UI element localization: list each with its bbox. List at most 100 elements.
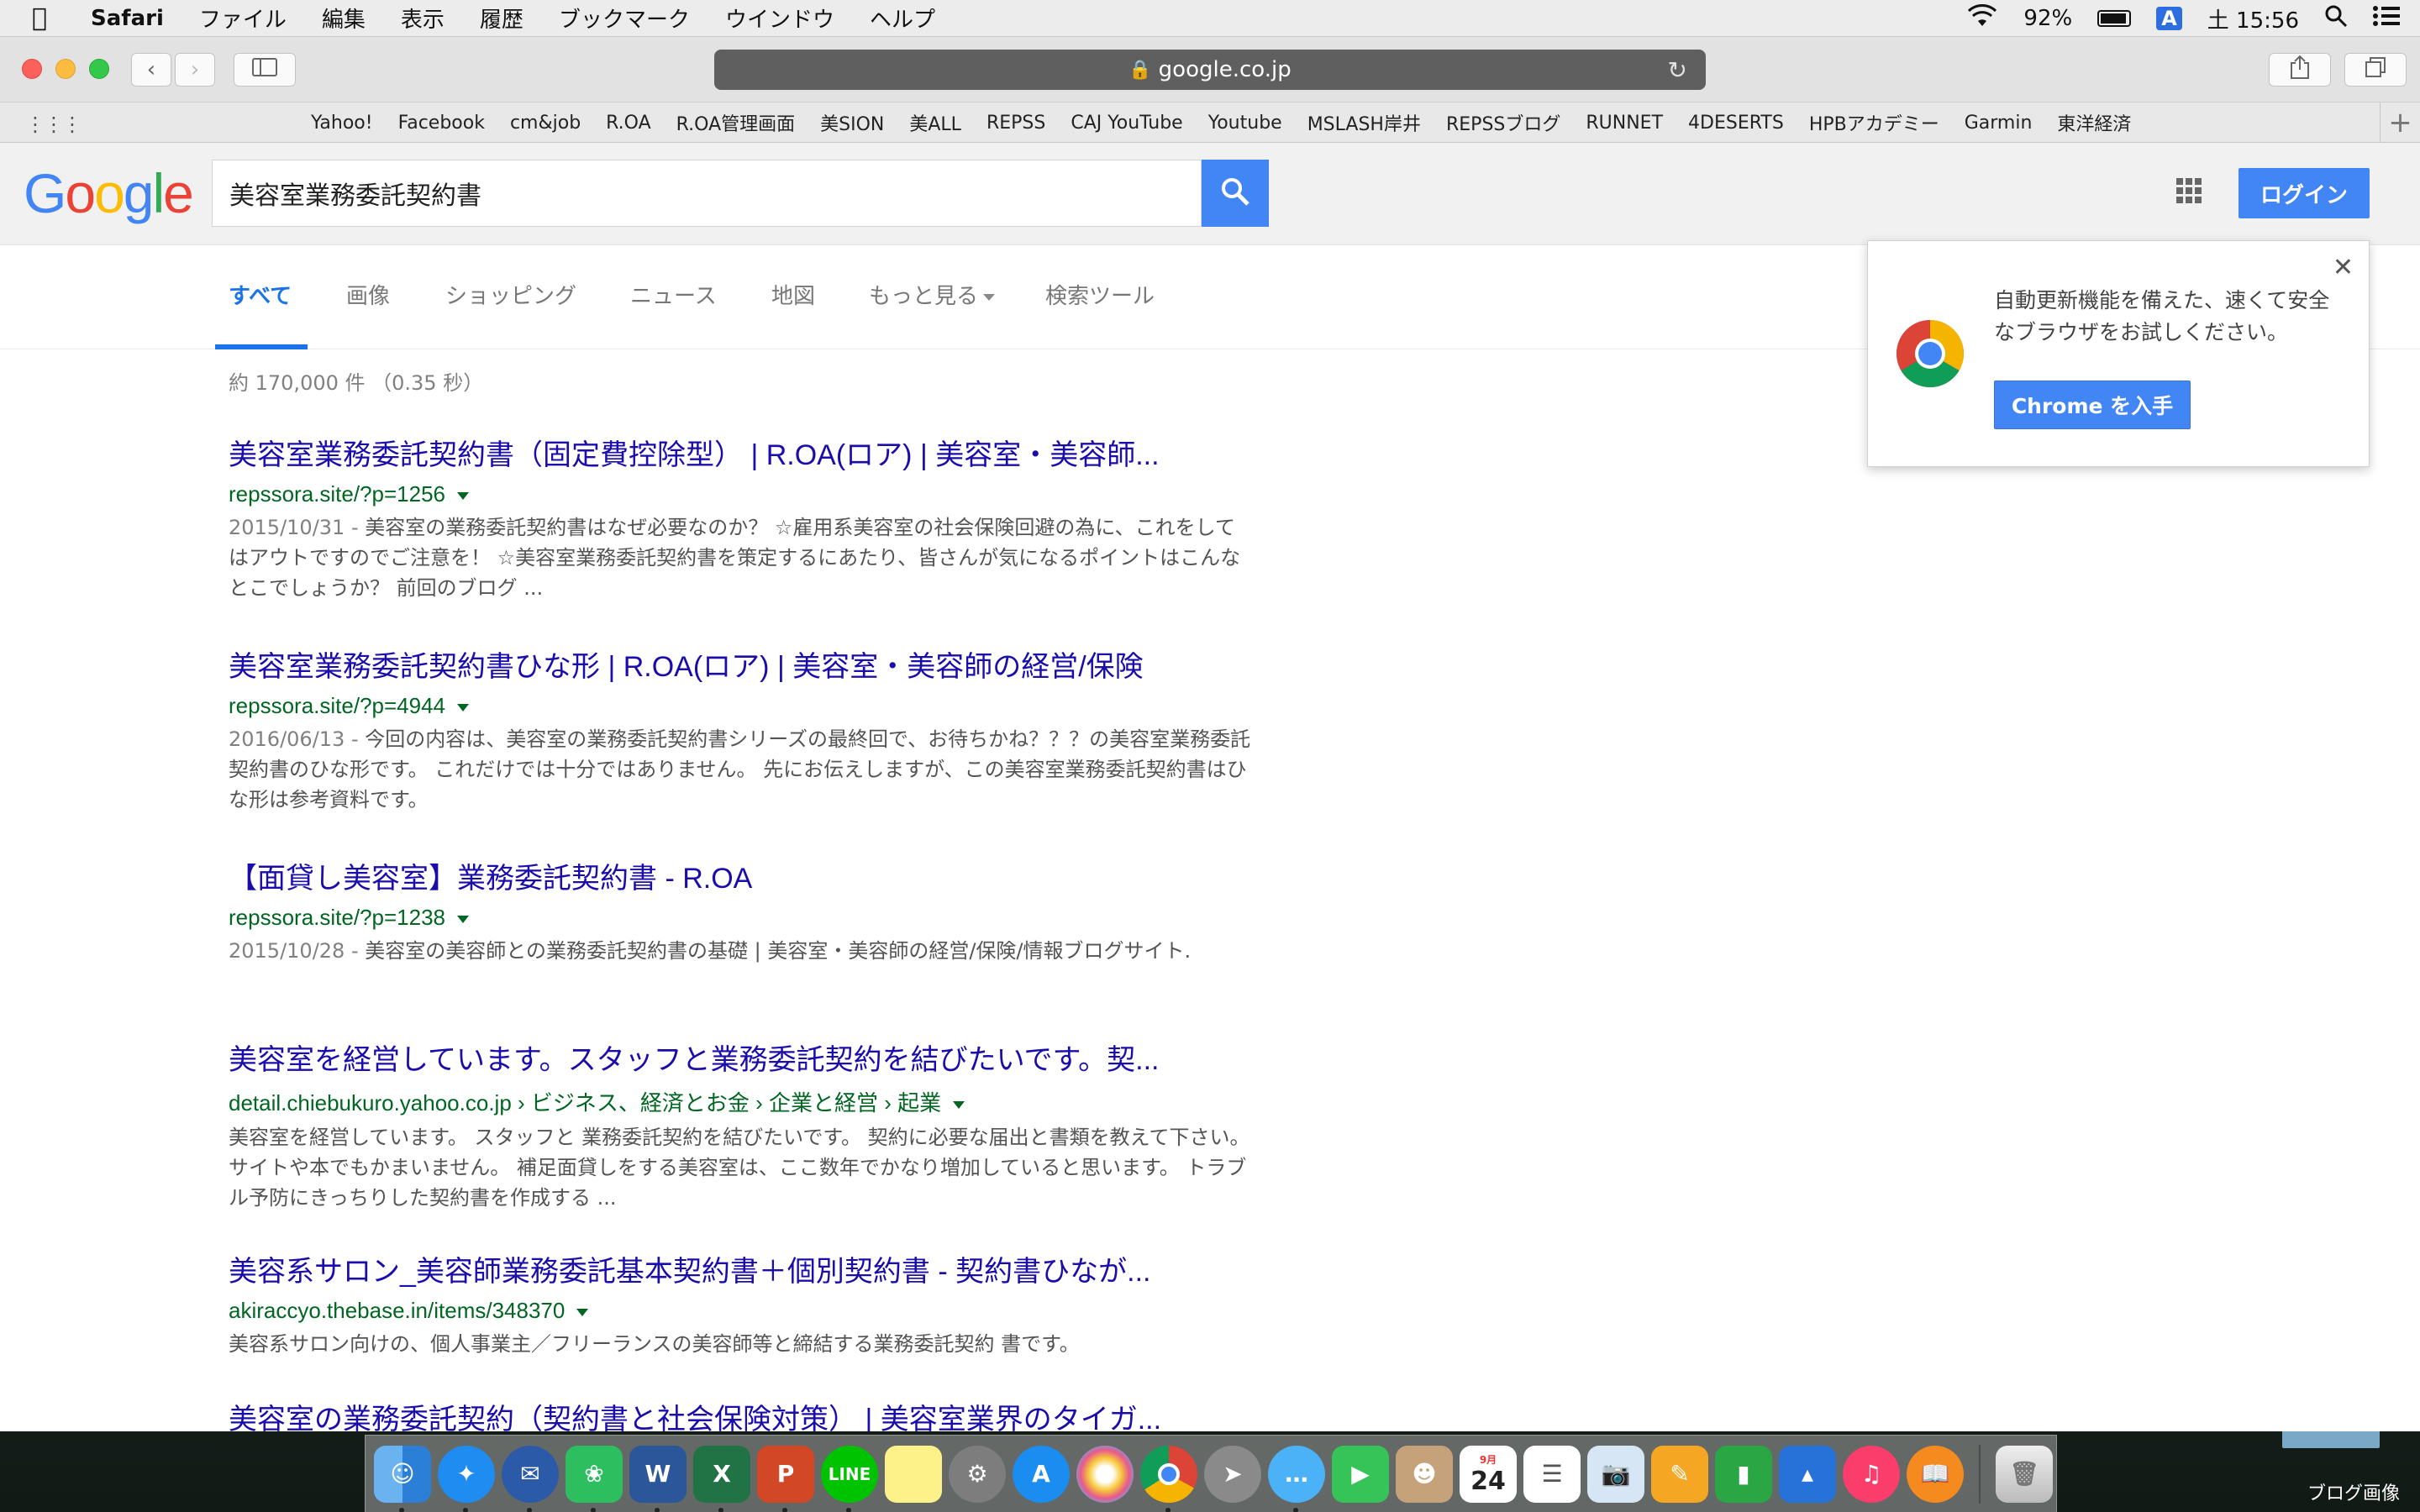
bookmark-item[interactable]: Youtube	[1208, 113, 1282, 134]
photos-icon[interactable]	[1076, 1445, 1134, 1503]
bookmark-item[interactable]: R.OA管理画面	[676, 109, 795, 136]
word-icon[interactable]: W	[629, 1445, 687, 1512]
system-preferences-icon[interactable]: ⚙	[949, 1445, 1006, 1503]
minimize-window-button[interactable]	[55, 59, 76, 79]
line-icon[interactable]: LINE	[821, 1445, 878, 1512]
new-tab-plus-icon[interactable]: +	[2380, 102, 2420, 143]
bookmark-item[interactable]: REPSS	[986, 113, 1045, 134]
battery-percent[interactable]: 92%	[2023, 6, 2072, 31]
bookmark-item[interactable]: cm&job	[510, 113, 581, 134]
search-input[interactable]: 美容室業務委託契約書	[212, 160, 1202, 227]
preview-icon[interactable]: 📷	[1587, 1445, 1644, 1503]
tab-search-tools[interactable]: 検索ツール	[1045, 279, 1155, 310]
result-menu-arrow-icon[interactable]	[576, 1308, 589, 1316]
address-bar[interactable]: 🔒 google.co.jp ↻	[714, 50, 1706, 90]
get-chrome-button[interactable]: Chrome を入手	[1994, 381, 2191, 429]
menu-history[interactable]: 履歴	[480, 3, 523, 34]
trash-icon[interactable]: 🗑	[1996, 1445, 2053, 1503]
bookmark-item[interactable]: Facebook	[398, 113, 485, 134]
bookmark-item[interactable]: REPSSブログ	[1446, 109, 1560, 136]
search-result: 美容室の業務委託契約（契約書と社会保険対策） | 美容室業界のタイガ...	[229, 1396, 1254, 1431]
search-button[interactable]	[1202, 160, 1269, 227]
result-title-link[interactable]: 美容室業務委託契約書（固定費控除型） | R.OA(ロア) | 美容室・美容師.…	[229, 432, 1228, 473]
tab-images[interactable]: 画像	[346, 279, 390, 310]
menu-edit[interactable]: 編集	[322, 3, 366, 34]
result-menu-arrow-icon[interactable]	[457, 703, 470, 711]
itunes-icon[interactable]: ♫	[1843, 1445, 1900, 1503]
apple-menu-icon[interactable]: 	[32, 3, 66, 33]
launchpad-icon[interactable]: ➤	[1204, 1445, 1261, 1503]
bookmark-item[interactable]: Garmin	[1965, 113, 2033, 134]
app-menu[interactable]: Safari	[91, 6, 164, 31]
login-button[interactable]: ログイン	[2238, 168, 2370, 218]
powerpoint-icon[interactable]: P	[757, 1445, 814, 1512]
bookmark-item[interactable]: MSLASH岸井	[1307, 109, 1421, 136]
notification-center-icon[interactable]	[2373, 5, 2400, 33]
menu-window[interactable]: ウインドウ	[725, 3, 834, 34]
result-title-link[interactable]: 【面貸し美容室】業務委託契約書 - R.OA	[229, 855, 1228, 896]
input-source-icon[interactable]: A	[2156, 7, 2182, 30]
bookmark-item[interactable]: 東洋経済	[2057, 109, 2131, 136]
close-icon[interactable]: ✕	[2333, 253, 2354, 282]
notes-icon[interactable]	[885, 1445, 942, 1503]
result-title-link[interactable]: 美容室を経営しています。スタッフと業務委託契約を結びたいです。契...	[229, 1037, 1228, 1078]
spotlight-search-icon[interactable]	[2324, 4, 2348, 34]
safari-icon[interactable]: ✦	[438, 1445, 495, 1512]
bookmark-item[interactable]: 4DESERTS	[1688, 113, 1784, 134]
forward-button[interactable]: ›	[175, 53, 215, 87]
contacts-icon[interactable]: ☻	[1396, 1445, 1453, 1503]
google-logo[interactable]: Google	[24, 161, 194, 225]
messages-icon[interactable]: …	[1268, 1445, 1325, 1512]
evernote-icon[interactable]: ❀	[566, 1445, 623, 1512]
bookmark-item[interactable]: HPBアカデミー	[1809, 109, 1939, 136]
bookmark-item[interactable]: RUNNET	[1586, 113, 1663, 134]
facetime-icon[interactable]: ▶	[1332, 1445, 1389, 1503]
tab-all[interactable]: すべて	[229, 279, 292, 310]
bookmark-item[interactable]: CAJ YouTube	[1071, 113, 1182, 134]
pages-icon[interactable]: ✎	[1651, 1445, 1708, 1503]
finder-icon[interactable]: ☺	[374, 1445, 431, 1512]
google-apps-icon[interactable]	[2176, 178, 2202, 203]
menu-file[interactable]: ファイル	[199, 3, 287, 34]
numbers-icon[interactable]: ▮	[1715, 1445, 1772, 1503]
result-menu-arrow-icon[interactable]	[953, 1100, 965, 1109]
zoom-window-button[interactable]	[89, 59, 109, 79]
ibooks-icon[interactable]: 📖	[1907, 1445, 1964, 1503]
desktop-folder-label[interactable]: ブログ画像	[2307, 1478, 2400, 1505]
thunderbird-icon[interactable]: ✉	[502, 1445, 559, 1512]
share-button[interactable]	[2269, 53, 2331, 87]
reload-icon[interactable]: ↻	[1668, 56, 1687, 84]
result-menu-arrow-icon[interactable]	[457, 915, 470, 923]
chrome-icon[interactable]	[1140, 1445, 1197, 1512]
close-window-button[interactable]	[22, 59, 42, 79]
clock[interactable]: 土 15:56	[2207, 3, 2299, 34]
bookmark-item[interactable]: 美SION	[820, 109, 884, 136]
bookmark-item[interactable]: R.OA	[606, 113, 650, 134]
menu-view[interactable]: 表示	[401, 3, 445, 34]
menu-help[interactable]: ヘルプ	[870, 3, 935, 34]
tab-maps[interactable]: 地図	[771, 279, 815, 310]
result-title-link[interactable]: 美容室の業務委託契約（契約書と社会保険対策） | 美容室業界のタイガ...	[229, 1396, 1228, 1431]
back-button[interactable]: ‹	[131, 53, 171, 87]
bookmark-item[interactable]: 美ALL	[909, 109, 961, 136]
result-title-link[interactable]: 美容系サロン_美容師業務委託基本契約書＋個別契約書 - 契約書ひなが...	[229, 1248, 1228, 1289]
bookmark-item[interactable]: Yahoo!	[311, 113, 373, 134]
reminders-icon[interactable]: ☰	[1523, 1445, 1581, 1503]
keynote-icon[interactable]: ▴	[1779, 1445, 1836, 1503]
tab-more[interactable]: もっと見る	[869, 279, 996, 310]
tab-news[interactable]: ニュース	[630, 279, 717, 310]
battery-icon[interactable]	[2097, 10, 2132, 27]
menu-bookmarks[interactable]: ブックマーク	[559, 3, 690, 34]
calendar-icon[interactable]: 9月 24	[1460, 1445, 1517, 1503]
wifi-icon[interactable]	[1966, 3, 1998, 34]
logo-letter: G	[24, 162, 66, 224]
sidebar-button[interactable]	[234, 53, 296, 87]
top-sites-icon[interactable]: ⋮⋮⋮	[25, 113, 82, 136]
excel-icon[interactable]: X	[693, 1445, 750, 1512]
result-snippet: 美容室を経営しています。 スタッフと 業務委託契約を結びたいです。 契約に必要な…	[229, 1122, 1254, 1213]
app-store-icon[interactable]: A	[1013, 1445, 1070, 1503]
tab-shopping[interactable]: ショッピング	[445, 279, 576, 310]
result-menu-arrow-icon[interactable]	[457, 491, 470, 500]
tab-overview-button[interactable]	[2344, 53, 2407, 87]
result-title-link[interactable]: 美容室業務委託契約書ひな形 | R.OA(ロア) | 美容室・美容師の経営/保険	[229, 643, 1228, 685]
